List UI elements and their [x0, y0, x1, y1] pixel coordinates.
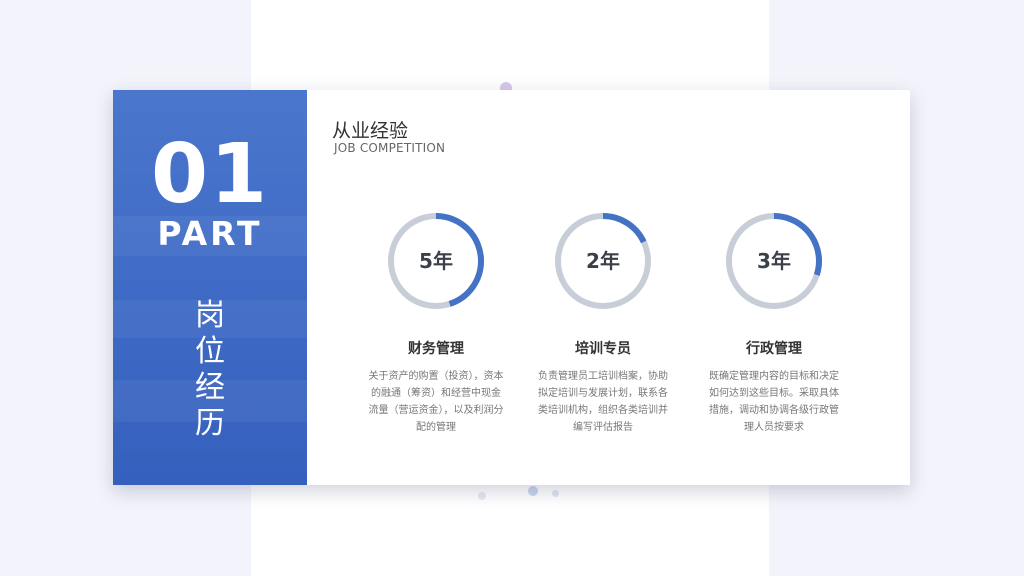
- section-title-char: 经: [195, 370, 225, 405]
- progress-ring: 5年: [383, 208, 489, 314]
- item-title: 财务管理: [408, 341, 464, 357]
- section-title-char: 位: [195, 334, 225, 369]
- item-title: 培训专员: [575, 341, 631, 357]
- progress-ring: 2年: [550, 208, 656, 314]
- item-description: 负责管理员工培训档案，协助拟定培训与发展计划，联系各类培训机构，组织各类培训并编…: [538, 371, 668, 433]
- progress-ring: 3年: [721, 208, 827, 314]
- experience-item: 5年 财务管理 关于资产的购置（投资），资本的融通（筹资）和经营中现金流量（营运…: [356, 208, 516, 436]
- section-title-char: 岗: [195, 298, 225, 333]
- part-label: PART: [157, 214, 263, 253]
- section-vertical-title: 岗 位 经 历: [193, 298, 227, 442]
- years-value: 2年: [586, 249, 620, 273]
- years-value: 5年: [419, 249, 453, 273]
- item-title: 行政管理: [746, 341, 802, 357]
- item-description: 关于资产的购置（投资），资本的融通（筹资）和经营中现金流量（营运资金），以及利润…: [368, 371, 504, 433]
- page-subtitle: JOB COMPETITION: [334, 141, 446, 155]
- decorative-dot: [478, 492, 486, 500]
- content-card: 01 PART 岗 位 经 历 从业经验 JOB COMPETITION 5年 …: [113, 90, 910, 485]
- experience-item: 3年 行政管理 既确定管理内容的目标和决定如何达到这些目标。采取具体措施，调动和…: [694, 208, 854, 436]
- part-number: 01: [150, 127, 270, 222]
- section-title-char: 历: [195, 406, 225, 441]
- years-value: 3年: [757, 249, 791, 273]
- experience-item: 2年 培训专员 负责管理员工培训档案，协助拟定培训与发展计划，联系各类培训机构，…: [523, 208, 683, 436]
- item-description: 既确定管理内容的目标和决定如何达到这些目标。采取具体措施，调动和协调各级行政管理…: [709, 371, 839, 433]
- decorative-dot: [552, 490, 559, 497]
- decorative-dot: [528, 486, 538, 496]
- part-side-panel: 01 PART 岗 位 经 历: [113, 90, 307, 485]
- page-title: 从业经验: [332, 120, 409, 142]
